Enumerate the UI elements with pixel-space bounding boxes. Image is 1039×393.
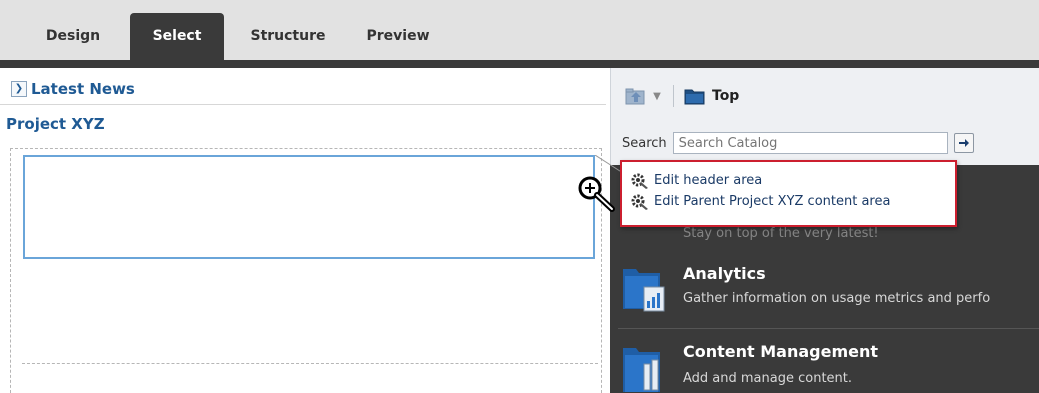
latest-news-region[interactable]: ❯ Latest News bbox=[11, 78, 135, 100]
expand-icon[interactable]: ❯ bbox=[11, 81, 27, 97]
catalog-item-title: Analytics bbox=[683, 264, 766, 283]
tab-bar: Design Select Structure Preview bbox=[0, 0, 1039, 60]
menu-item-label: Edit Parent Project XYZ content area bbox=[654, 194, 891, 209]
search-input[interactable] bbox=[672, 132, 948, 154]
menu-item-edit-parent-content-area[interactable]: Edit Parent Project XYZ content area bbox=[630, 191, 955, 212]
analytics-folder-icon bbox=[623, 269, 665, 312]
chevron-down-icon[interactable]: ▼ bbox=[649, 91, 665, 102]
search-label: Search bbox=[622, 135, 667, 151]
catalog-nav-row: ▼ Top bbox=[625, 84, 739, 108]
tab-structure[interactable]: Structure bbox=[232, 13, 344, 60]
page-editor-pane: ❯ Latest News Project XYZ bbox=[0, 68, 606, 393]
latest-news-label: Latest News bbox=[31, 80, 135, 98]
gear-edit-icon bbox=[631, 194, 648, 210]
folder-up-icon[interactable] bbox=[625, 86, 647, 106]
catalog-item-title: Content Management bbox=[683, 342, 879, 361]
catalog-item-description: Gather information on usage metrics and … bbox=[683, 291, 991, 306]
catalog-item-analytics[interactable]: Analytics Gather information on usage me… bbox=[610, 258, 1039, 330]
toolbar-separator bbox=[673, 85, 674, 107]
gear-edit-icon bbox=[631, 173, 648, 189]
magnifier-cursor-icon bbox=[578, 176, 615, 212]
menu-item-label: Edit header area bbox=[654, 173, 763, 188]
page-title: Project XYZ bbox=[6, 115, 105, 133]
content-folder-icon bbox=[623, 348, 660, 392]
tab-preview[interactable]: Preview bbox=[352, 13, 444, 60]
arrow-right-icon bbox=[958, 139, 969, 147]
folder-icon bbox=[684, 89, 705, 105]
search-go-button[interactable] bbox=[953, 133, 974, 153]
tab-bar-underline bbox=[0, 60, 1039, 68]
obscured-item-description: Stay on top of the very latest! bbox=[683, 226, 879, 241]
menu-item-edit-header-area[interactable]: Edit header area bbox=[630, 170, 955, 191]
catalog-item-content-management[interactable]: Content Management Add and manage conten… bbox=[610, 336, 1039, 393]
resource-catalog-pane: ▼ Top Search Stay on top of the very lat… bbox=[610, 68, 1039, 393]
tab-select[interactable]: Select bbox=[130, 13, 224, 60]
divider bbox=[0, 104, 606, 105]
selected-header-area[interactable] bbox=[23, 155, 595, 259]
catalog-item-description: Add and manage content. bbox=[683, 371, 853, 386]
catalog-toolbar: ▼ Top Search bbox=[610, 68, 1039, 165]
catalog-divider bbox=[618, 328, 1039, 329]
tab-design[interactable]: Design bbox=[36, 13, 110, 60]
catalog-search-row: Search bbox=[622, 131, 974, 155]
content-area-divider bbox=[22, 363, 598, 364]
breadcrumb-top[interactable]: Top bbox=[712, 88, 739, 104]
context-menu: Edit header area Edit Parent Project XYZ… bbox=[620, 160, 957, 227]
